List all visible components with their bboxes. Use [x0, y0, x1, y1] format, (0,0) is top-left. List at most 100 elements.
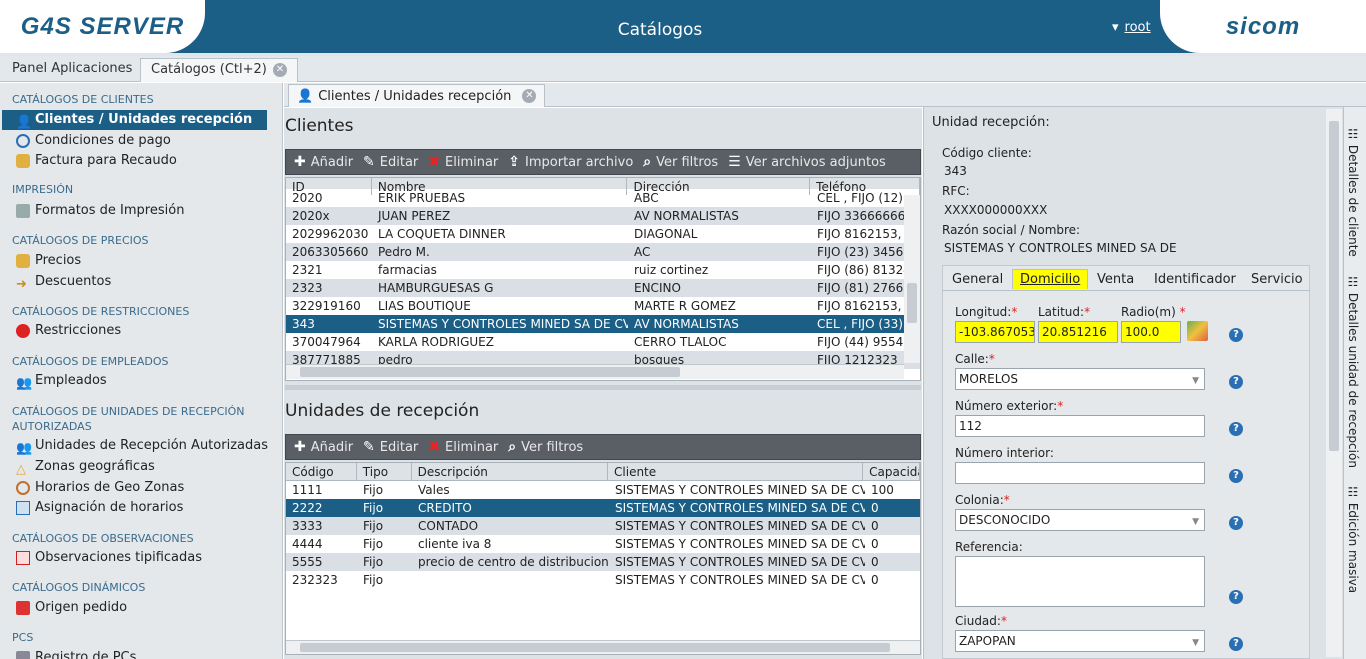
user-icon: 👤 — [297, 88, 314, 104]
user-name-link[interactable]: root — [1125, 20, 1151, 35]
add-button[interactable]: ✚ Añadir — [294, 439, 353, 455]
pencil-icon: ✎ — [363, 154, 375, 170]
column-header[interactable]: Capacidad — [863, 463, 920, 480]
edit-button[interactable]: ✎ Editar — [363, 154, 418, 170]
sidebar-item-precios[interactable]: Precios — [16, 251, 281, 271]
vertical-scrollbar[interactable] — [904, 195, 920, 363]
tab-label: Catálogos (Ctl+2) — [151, 62, 267, 77]
sidebar-item-origen-pedido[interactable]: Origen pedido — [16, 598, 281, 618]
colonia-select[interactable]: DESCONOCIDO — [955, 509, 1205, 531]
search-icon: ⌕ — [643, 154, 652, 170]
table-row[interactable]: 2020x JUAN PEREZ AV NORMALISTAS FIJO 336666… — [286, 207, 920, 225]
cell: AC — [634, 245, 651, 259]
table-row[interactable]: 2063305660 Pedro M. AC FIJO (23) 34567 — [286, 243, 920, 261]
close-icon[interactable]: ✕ — [522, 89, 537, 103]
help-icon[interactable]: ? — [1229, 637, 1243, 651]
sidebar-item-registro-pcs[interactable]: Registro de PCs — [16, 648, 281, 659]
filters-button[interactable]: ⌕ Ver filtros — [508, 439, 583, 455]
radio-label: Radio(m) * — [1121, 305, 1186, 319]
tab-clientes-unidades[interactable]: 👤 Clientes / Unidades recepción ✕ — [288, 84, 546, 107]
table-row[interactable]: 370047964 KARLA RODRIGUEZ CERRO TLALOC FIJO… — [286, 333, 920, 351]
referencia-textarea[interactable] — [955, 556, 1205, 607]
tab-catalogos[interactable]: Catálogos (Ctl+2) ✕ — [140, 58, 298, 82]
help-icon[interactable]: ? — [1229, 328, 1243, 342]
tab-identificador[interactable]: Identificador — [1154, 272, 1236, 287]
table-row-selected[interactable]: 343 SISTEMAS Y CONTROLES MINED SA DE CV AV… — [286, 315, 920, 333]
num-int-field[interactable] — [955, 462, 1205, 484]
delete-button[interactable]: ✖ Eliminar — [428, 439, 498, 455]
side-tab-detalles-unidad[interactable]: ☷ Detalles unidad de recepción — [1346, 275, 1360, 468]
close-icon[interactable]: ✕ — [272, 62, 287, 77]
splitter[interactable] — [285, 385, 921, 390]
help-icon[interactable]: ? — [1229, 469, 1243, 483]
filters-button[interactable]: ⌕ Ver filtros — [643, 154, 718, 170]
table-row[interactable]: 3333 Fijo CONTADO SISTEMAS Y CONTROLES MINE… — [286, 517, 920, 535]
sidebar-item-factura-recaudo[interactable]: Factura para Recaudo — [16, 151, 281, 171]
column-header[interactable]: Tipo — [357, 463, 412, 480]
vertical-scrollbar[interactable] — [1326, 109, 1342, 657]
sidebar-item-horarios-geozonas[interactable]: Horarios de Geo Zonas — [16, 478, 281, 498]
scrollbar-thumb[interactable] — [300, 367, 680, 377]
tab-domicilio[interactable]: Domicilio — [1012, 269, 1089, 289]
table-row[interactable]: 5555 Fijo precio de centro de distribucion… — [286, 553, 920, 571]
import-button[interactable]: ⇪ Importar archivo — [508, 154, 633, 170]
sidebar-item-unidades-autorizadas[interactable]: 👥 Unidades de Recepción Autorizadas — [16, 436, 281, 456]
help-icon[interactable]: ? — [1229, 516, 1243, 530]
radio-field[interactable]: 100.0 — [1121, 321, 1181, 343]
table-row[interactable]: 232323 Fijo SISTEMAS Y CONTROLES MINED SA … — [286, 571, 920, 589]
horizontal-scrollbar[interactable] — [286, 640, 920, 654]
tab-servicio[interactable]: Servicio — [1251, 272, 1303, 287]
sidebar-item-empleados[interactable]: 👥 Empleados — [16, 371, 281, 391]
scrollbar-thumb[interactable] — [300, 643, 890, 652]
table-row-selected[interactable]: 2222 Fijo CREDITO SISTEMAS Y CONTROLES MINE… — [286, 499, 920, 517]
table-row[interactable]: 4444 Fijo cliente iva 8 SISTEMAS Y CONTROLE… — [286, 535, 920, 553]
table-row[interactable]: 1111 Fijo Vales SISTEMAS Y CONTROLES MINED … — [286, 481, 920, 499]
add-button[interactable]: ✚ Añadir — [294, 154, 353, 170]
sidebar-item-zonas-geograficas[interactable]: △ Zonas geográficas — [16, 457, 281, 477]
num-ext-label: Número exterior:* — [955, 399, 1063, 413]
sidebar-item-condiciones-pago[interactable]: Condiciones de pago — [16, 131, 281, 151]
ciudad-select[interactable]: ZAPOPAN — [955, 630, 1205, 652]
table-row[interactable]: 2029962030 LA COQUETA DINNER DIAGONAL FIJO … — [286, 225, 920, 243]
tab-label: Edición masiva — [1346, 502, 1360, 594]
horizontal-scrollbar[interactable] — [286, 364, 904, 379]
label-text: Ciudad: — [955, 614, 1001, 628]
attachments-button[interactable]: ☰ Ver archivos adjuntos — [728, 154, 886, 170]
scrollbar-thumb[interactable] — [907, 283, 917, 323]
delete-button[interactable]: ✖ Eliminar — [428, 154, 498, 170]
column-header[interactable]: Descripción — [412, 463, 609, 480]
tab-venta[interactable]: Venta — [1097, 272, 1134, 287]
side-tab-detalles-cliente[interactable]: ☷ Detalles de cliente — [1346, 127, 1360, 257]
sidebar-section-title: IMPRESIÓN — [12, 183, 74, 196]
sidebar-item-descuentos[interactable]: ➜ Descuentos — [16, 272, 281, 292]
help-icon[interactable]: ? — [1229, 375, 1243, 389]
help-icon[interactable]: ? — [1229, 422, 1243, 436]
table-row[interactable]: 2323 HAMBURGUESAS G ENCINO FIJO (81) 27660 — [286, 279, 920, 297]
tab-general[interactable]: General — [952, 272, 1003, 287]
latitud-field[interactable]: 20.851216 — [1038, 321, 1118, 343]
calle-select[interactable]: MORELOS — [955, 368, 1205, 390]
sidebar-item-restricciones[interactable]: Restricciones — [16, 321, 281, 341]
table-row[interactable]: 322919160 LIAS BOUTIQUE MARTE R GOMEZ FIJO … — [286, 297, 920, 315]
sidebar-item-asignacion-horarios[interactable]: Asignación de horarios — [16, 498, 281, 518]
table-row[interactable]: 2020 ERIK PRUEBAS ABC CEL , FIJO (12) — [286, 189, 920, 207]
x-icon: ✖ — [428, 439, 441, 455]
column-header[interactable]: Código — [286, 463, 357, 480]
user-menu[interactable]: ▾ root — [1112, 20, 1151, 35]
help-icon[interactable]: ? — [1229, 590, 1243, 604]
num-ext-field[interactable]: 112 — [955, 415, 1205, 437]
map-icon[interactable] — [1187, 321, 1208, 341]
longitud-field[interactable]: -103.867053 — [955, 321, 1035, 343]
column-header[interactable]: Cliente — [608, 463, 864, 480]
required-marker: * — [988, 352, 995, 366]
sidebar-item-observaciones[interactable]: Observaciones tipificadas — [16, 548, 281, 568]
sidebar-item-clientes[interactable]: 👤 Clientes / Unidades recepción — [2, 110, 267, 130]
cell: FIJO (86) 81324 — [817, 263, 911, 277]
table-row[interactable]: 2321 farmacias ruiz cortinez FIJO (86) 8132… — [286, 261, 920, 279]
scrollbar-thumb[interactable] — [1329, 121, 1339, 451]
side-tab-edicion-masiva[interactable]: ☷ Edición masiva — [1346, 485, 1360, 593]
edit-button[interactable]: ✎ Editar — [363, 439, 418, 455]
tab-panel-aplicaciones[interactable]: Panel Aplicaciones — [2, 58, 144, 82]
detail-panel: Unidad recepción: Código cliente: 343 RF… — [923, 107, 1343, 659]
sidebar-item-formatos-impresion[interactable]: Formatos de Impresión — [16, 201, 281, 221]
